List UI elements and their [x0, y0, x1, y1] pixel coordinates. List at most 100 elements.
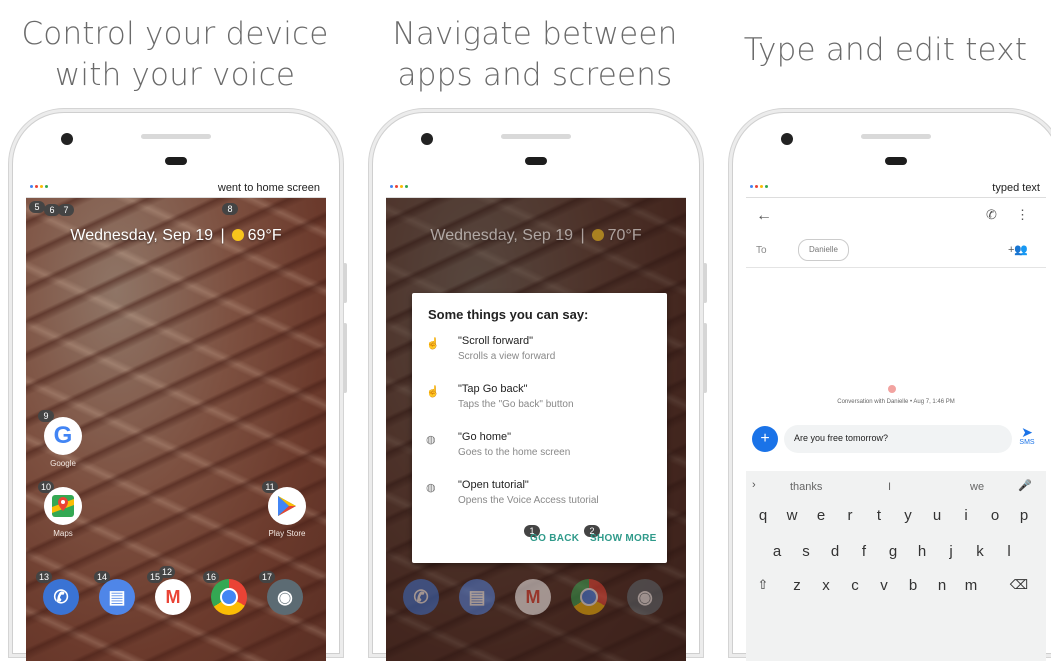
key[interactable]: l [998, 543, 1020, 560]
power-button [703, 263, 707, 303]
suggestion[interactable]: thanks [790, 481, 822, 493]
number-tag[interactable]: 7 [58, 204, 74, 216]
status-bar [386, 181, 686, 198]
expand-icon[interactable]: › [752, 479, 756, 491]
key[interactable]: p [1013, 507, 1035, 524]
recipient-chip[interactable]: Danielle [798, 239, 849, 261]
key[interactable]: r [839, 507, 861, 524]
sun-icon [591, 229, 604, 241]
status-text: typed text [992, 182, 1040, 194]
key[interactable]: z [786, 577, 808, 594]
message-input[interactable]: Are you free tomorrow? [784, 425, 1012, 453]
show-more-button[interactable]: SHOW MORE [590, 533, 657, 544]
mic-icon[interactable]: 🎤 [1018, 479, 1032, 492]
key[interactable]: b [902, 577, 924, 594]
key[interactable]: c [844, 577, 866, 594]
key[interactable]: j [940, 543, 962, 560]
send-icon: ➤ [1021, 424, 1033, 440]
caption-line-1: Type and edit text [743, 32, 1028, 68]
camera-app-icon[interactable]: ◉ [267, 579, 303, 615]
phone-screen: Wednesday, Sep 19 | 70°F Some things you … [386, 181, 686, 661]
key[interactable]: i [955, 507, 977, 524]
number-tag[interactable]: 13 [36, 571, 52, 583]
maps-app-icon[interactable] [44, 487, 82, 525]
power-button [343, 263, 347, 303]
play-store-icon[interactable] [268, 487, 306, 525]
number-tag[interactable]: 15 [147, 571, 163, 583]
key[interactable]: f [853, 543, 875, 560]
divider [746, 267, 1046, 268]
key[interactable]: o [984, 507, 1006, 524]
suggestion[interactable]: I [888, 481, 891, 493]
panel-voice-control: Control your device with your voice went… [0, 0, 350, 661]
phone-app-icon[interactable]: ✆ [43, 579, 79, 615]
front-camera [781, 133, 793, 145]
send-sms-button[interactable]: ➤ SMS [1014, 425, 1040, 446]
gmail-app-icon[interactable]: M [155, 579, 191, 615]
caption-line-2: with your voice [54, 57, 296, 93]
number-tag[interactable]: 5 [29, 201, 45, 213]
dialog-title: Some things you can say: [428, 307, 589, 322]
command-description: Scrolls a view forward [458, 351, 556, 362]
suggestion[interactable]: we [970, 481, 984, 493]
key[interactable]: d [824, 543, 846, 560]
chrome-app-icon[interactable] [211, 579, 247, 615]
touch-icon: ☝ [426, 338, 440, 350]
panel-type-text: Type and edit text typed text ← ✆ ⋮ To D… [720, 0, 1051, 661]
key[interactable]: s [795, 543, 817, 560]
key[interactable]: e [810, 507, 832, 524]
speaker-grille [861, 134, 931, 139]
key[interactable]: w [781, 507, 803, 524]
command-description: Opens the Voice Access tutorial [458, 495, 599, 506]
voice-access-indicator [30, 185, 48, 188]
google-app-icon[interactable]: G [44, 417, 82, 455]
key[interactable]: u [926, 507, 948, 524]
maps-app-label: Maps [53, 529, 73, 538]
gmail-app-icon: M [515, 579, 551, 615]
key[interactable]: t [868, 507, 890, 524]
key[interactable]: k [969, 543, 991, 560]
key[interactable]: q [752, 507, 774, 524]
date-text: Wednesday, Sep 19 [70, 227, 214, 244]
messages-app-icon[interactable]: ▤ [99, 579, 135, 615]
more-vert-icon[interactable]: ⋮ [1016, 207, 1029, 223]
speaker-grille [501, 134, 571, 139]
command-item: "Go home" Goes to the home screen [458, 431, 570, 458]
command-title: "Go home" [458, 431, 512, 443]
earpiece [525, 157, 547, 165]
add-people-icon[interactable]: +👥 [1008, 243, 1028, 256]
status-bar: went to home screen [26, 181, 326, 198]
google-app-label: Google [50, 459, 76, 468]
key[interactable]: v [873, 577, 895, 594]
key[interactable]: x [815, 577, 837, 594]
number-tag[interactable]: 8 [222, 203, 238, 215]
volume-button [343, 323, 347, 393]
key[interactable]: y [897, 507, 919, 524]
number-tag[interactable]: 17 [259, 571, 275, 583]
backspace-key[interactable]: ⌫ [1008, 577, 1030, 593]
shift-key[interactable]: ⇧ [752, 577, 774, 593]
key[interactable]: h [911, 543, 933, 560]
earpiece [885, 157, 907, 165]
command-item: "Scroll forward" Scrolls a view forward [458, 335, 555, 362]
number-tag[interactable]: 16 [203, 571, 219, 583]
key[interactable]: m [960, 577, 982, 594]
back-arrow-icon[interactable]: ← [756, 207, 772, 225]
date-text: Wednesday, Sep 19 [430, 227, 574, 244]
sms-label: SMS [1019, 439, 1035, 446]
caption-line-2: apps and screens [397, 57, 673, 93]
sun-icon [231, 229, 244, 241]
key[interactable]: n [931, 577, 953, 594]
add-attachment-button[interactable]: + [752, 426, 778, 452]
temperature: 69°F [247, 227, 282, 244]
date-weather[interactable]: Wednesday, Sep 19 | 69°F [26, 227, 326, 245]
phone-frame: went to home screen 5 6 7 8 Wednesday, S… [12, 112, 347, 661]
call-icon[interactable]: ✆ [986, 207, 997, 223]
key[interactable]: a [766, 543, 788, 560]
go-back-button[interactable]: GO BACK [530, 533, 579, 544]
contact-avatar [888, 385, 896, 393]
key[interactable]: g [882, 543, 904, 560]
play-store-label: Play Store [268, 529, 306, 538]
voice-commands-dialog: Some things you can say: ☝ "Scroll forwa… [412, 293, 667, 563]
earpiece [165, 157, 187, 165]
